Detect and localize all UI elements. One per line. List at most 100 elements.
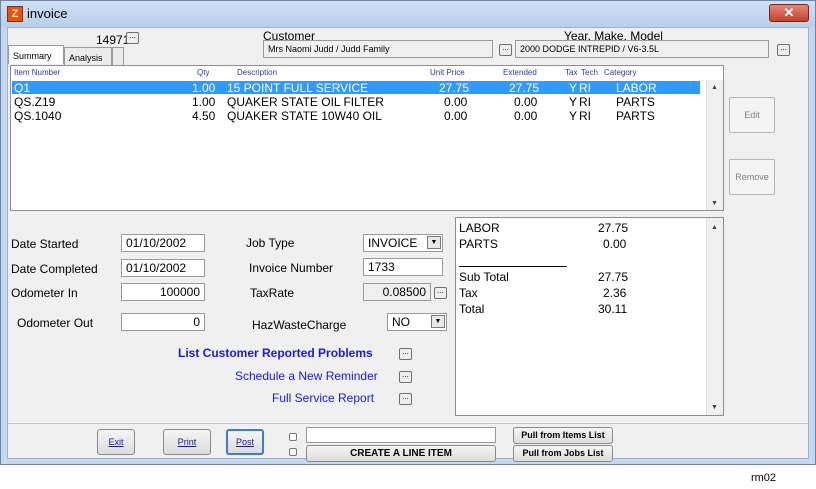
title-bar: Z invoice ✕ [1,1,815,27]
option-radio-top[interactable] [289,433,297,441]
odometer-in-label: Odometer In [11,286,78,300]
vehicle-lookup-button[interactable]: ... [777,44,790,56]
date-started-field[interactable]: 01/10/2002 [121,234,205,252]
row-item-number: QS.Z19 [14,95,56,109]
row-description: 15 POINT FULL SERVICE [227,81,369,95]
post-button[interactable]: Post [226,429,264,455]
list-problems-link[interactable]: List Customer Reported Problems [178,346,373,360]
haz-waste-value: NO [392,315,410,329]
row-tech: RI [579,109,591,123]
full-service-report-link[interactable]: Full Service Report [272,391,374,405]
row-unit-price: 27.75 [439,81,470,95]
schedule-reminder-link[interactable]: Schedule a New Reminder [235,369,378,383]
row-tech: RI [579,95,591,109]
tax-rate-label: TaxRate [250,286,295,300]
haz-waste-select[interactable]: NO ▼ [387,313,447,331]
row-qty: 1.00 [192,81,216,95]
app-logo-icon: Z [7,6,23,22]
full-service-report-button[interactable]: ... [399,393,412,405]
totals-panel: LABOR 27.75 PARTS 0.00 Sub Total 27.75 T… [455,217,724,416]
list-problems-button[interactable]: ... [399,348,412,360]
col-category[interactable]: Category [604,68,636,77]
line-item-grid: Item Number Qty Description Unit Price E… [10,65,724,211]
labor-label: LABOR [459,221,500,235]
date-completed-field[interactable]: 01/10/2002 [121,259,205,277]
tab-overflow[interactable] [112,47,124,66]
odometer-out-field[interactable]: 0 [121,313,205,331]
scroll-up-icon[interactable]: ▲ [711,224,718,231]
print-button[interactable]: Print [163,429,211,455]
invoice-number-label: Invoice Number [249,261,334,275]
scroll-up-icon[interactable]: ▲ [711,84,718,91]
tab-summary[interactable]: Summary [8,45,64,64]
tax-rate-lookup-button[interactable]: ... [434,287,447,299]
col-unit-price[interactable]: Unit Price [430,68,465,77]
row-tech: RI [579,81,591,95]
option-radio-bottom[interactable] [289,448,297,456]
col-description[interactable]: Description [237,68,277,77]
total-value: 30.11 [598,302,628,316]
totals-scrollbar[interactable]: ▲ ▼ [706,218,723,415]
odometer-in-field[interactable]: 100000 [121,283,205,301]
col-item-number[interactable]: Item Number [14,68,60,77]
invoice-id: 14971 [96,33,130,47]
date-started-label: Date Started [11,237,79,251]
col-extended[interactable]: Extended [503,68,537,77]
row-extended: 0.00 [514,95,538,109]
edit-button[interactable]: Edit [729,97,775,133]
col-tax[interactable]: Tax [565,68,577,77]
tab-analysis[interactable]: Analysis [64,47,112,66]
close-button[interactable]: ✕ [769,4,809,22]
grid-scrollbar[interactable]: ▲ ▼ [706,80,723,210]
row-item-number: Q1 [14,81,31,95]
row-tax: Y [569,81,578,95]
invoice-lookup-button[interactable]: ... [126,32,139,44]
table-row[interactable]: Q1 1.00 15 POINT FULL SERVICE 27.75 27.7… [12,81,700,95]
row-unit-price: 0.00 [444,109,468,123]
customer-field[interactable]: Mrs Naomi Judd / Judd Family [263,40,493,58]
line-item-input[interactable] [306,427,496,443]
tax-rate-field[interactable]: 0.08500 [363,283,431,301]
chevron-down-icon[interactable]: ▼ [427,236,441,249]
subtotal-value: 27.75 [598,270,629,284]
client-area: 14971 ... Customer Mrs Naomi Judd / Judd… [7,27,809,462]
pull-jobs-button[interactable]: Pull from Jobs List [513,445,613,462]
pull-items-button[interactable]: Pull from Items List [513,427,613,444]
table-row[interactable]: QS.Z19 1.00 QUAKER STATE OIL FILTER 0.00… [12,95,700,109]
row-tax: Y [569,95,578,109]
labor-total: 27.75 [598,221,629,235]
haz-waste-label: HazWasteCharge [252,318,347,332]
customer-lookup-button[interactable]: ... [499,44,512,56]
row-extended: 0.00 [514,109,538,123]
job-type-select[interactable]: INVOICE ▼ [363,234,443,252]
row-category: PARTS [616,95,655,109]
create-line-item-button[interactable]: CREATE A LINE ITEM [306,445,496,462]
scroll-down-icon[interactable]: ▼ [711,200,718,207]
row-category: LABOR [616,81,657,95]
date-completed-label: Date Completed [11,262,98,276]
remove-button[interactable]: Remove [729,159,775,195]
schedule-reminder-button[interactable]: ... [399,371,412,383]
row-description: QUAKER STATE 10W40 OIL [227,109,382,123]
grid-header: Item Number Qty Description Unit Price E… [11,68,711,80]
invoice-number-field[interactable]: 1733 [363,258,443,276]
row-tax: Y [569,109,578,123]
row-unit-price: 0.00 [444,95,468,109]
col-qty[interactable]: Qty [197,68,209,77]
row-category: PARTS [616,109,655,123]
window-title: invoice [27,6,68,21]
job-type-label: Job Type [246,236,295,250]
invoice-window: Z invoice ✕ 14971 ... Customer Mrs Naomi… [0,0,816,465]
tax-value: 2.36 [603,286,627,300]
subtotal-label: Sub Total [459,270,509,284]
table-row[interactable]: QS.1040 4.50 QUAKER STATE 10W40 OIL 0.00… [12,109,700,123]
row-qty: 1.00 [192,95,216,109]
vehicle-field[interactable]: 2000 DODGE INTREPID / V6-3.5L [515,40,769,58]
col-tech[interactable]: Tech [581,68,598,77]
row-qty: 4.50 [192,109,216,123]
row-description: QUAKER STATE OIL FILTER [227,95,384,109]
total-label: Total [459,302,485,316]
exit-button[interactable]: Exit [97,429,135,455]
scroll-down-icon[interactable]: ▼ [711,404,718,411]
chevron-down-icon[interactable]: ▼ [431,315,445,328]
